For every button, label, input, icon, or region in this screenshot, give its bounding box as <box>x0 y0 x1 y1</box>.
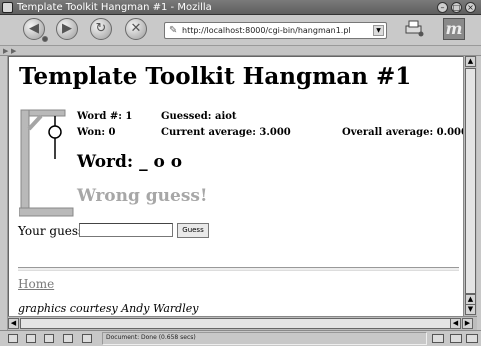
scroll-left-arrow-icon[interactable]: ◀ <box>8 318 19 329</box>
home-link[interactable]: Home <box>18 277 54 291</box>
back-arrow-icon: ◀ <box>29 21 39 36</box>
forward-button[interactable]: ▶ <box>56 18 78 40</box>
guess-button[interactable]: Guess <box>177 223 209 238</box>
guess-label: Your guess: <box>18 224 89 238</box>
url-bar[interactable]: ✎ ▼ <box>164 22 387 39</box>
scroll-down-arrow-icon[interactable]: ▼ <box>465 304 476 315</box>
status-bar: Document: Done (0.658 secs) <box>0 330 481 346</box>
won-count: Won: 0 <box>77 127 116 138</box>
minimize-icon[interactable]: – <box>437 2 448 13</box>
address-book-icon[interactable] <box>82 334 92 343</box>
guessed-letters: Guessed: aiot <box>161 111 237 122</box>
online-status-icon[interactable] <box>466 334 478 343</box>
scroll-left-arrow-icon[interactable]: ◀ <box>450 318 461 329</box>
guess-input[interactable] <box>79 223 173 237</box>
horizontal-rule <box>18 267 459 271</box>
page-title: Template Toolkit Hangman #1 <box>19 63 412 90</box>
personal-toolbar-strip: ▶ ▶ <box>0 46 481 56</box>
page-proxy-icon[interactable]: ✎ <box>169 25 177 36</box>
collapse-toolbar-icon[interactable]: ▶ <box>3 47 8 55</box>
reload-icon: ↻ <box>95 21 107 36</box>
navigator-icon[interactable] <box>8 334 18 343</box>
overall-average: Overall average: 0.000 <box>342 127 463 138</box>
word-display: Word: _ o o <box>77 152 183 172</box>
chat-icon[interactable] <box>44 334 54 343</box>
throbber-logo[interactable]: m <box>443 18 465 40</box>
horizontal-scroll-thumb[interactable] <box>20 318 459 329</box>
collapse-toolbar-icon[interactable]: ▶ <box>11 47 16 55</box>
vertical-scroll-thumb[interactable] <box>465 68 476 294</box>
print-icon[interactable] <box>404 19 424 37</box>
guess-status-message: Wrong guess! <box>77 186 208 206</box>
url-input[interactable] <box>182 24 368 37</box>
vertical-scrollbar[interactable]: ▲ ▲ ▼ <box>463 56 477 316</box>
window-menu-icon[interactable] <box>2 2 13 13</box>
scroll-up-arrow-icon[interactable]: ▲ <box>465 56 476 67</box>
navigation-toolbar: ◀ ▶ ↻ ✕ ✎ ▼ m <box>0 15 481 46</box>
hangman-gallows-image <box>19 109 74 217</box>
word-number: Word #: 1 <box>77 111 133 122</box>
stop-button[interactable]: ✕ <box>125 18 147 40</box>
window-title: Template Toolkit Hangman #1 - Mozilla <box>17 2 212 13</box>
url-dropdown-icon[interactable]: ▼ <box>373 25 384 36</box>
maximize-icon[interactable]: □ <box>451 2 462 13</box>
window-titlebar: Template Toolkit Hangman #1 - Mozilla – … <box>0 0 481 15</box>
scroll-right-arrow-icon[interactable]: ▶ <box>462 318 473 329</box>
reload-button[interactable]: ↻ <box>90 18 112 40</box>
page-content: Template Toolkit Hangman #1 Word #: 1 Gu… <box>8 56 463 316</box>
forward-arrow-icon: ▶ <box>62 21 72 36</box>
status-text: Document: Done (0.658 secs) <box>106 334 196 341</box>
sidebar-grippy <box>0 56 8 330</box>
current-average: Current average: 3.000 <box>161 127 291 138</box>
progress-icon <box>432 334 444 343</box>
horizontal-scrollbar[interactable]: ◀ ◀ ▶ <box>8 316 477 330</box>
graphics-credit: graphics courtesy Andy Wardley <box>18 302 199 315</box>
back-history-dropdown[interactable] <box>42 36 48 42</box>
composer-icon[interactable] <box>63 334 73 343</box>
close-icon[interactable]: × <box>465 2 476 13</box>
mail-icon[interactable] <box>26 334 36 343</box>
security-lock-icon[interactable] <box>450 334 462 343</box>
stop-icon: ✕ <box>130 21 142 36</box>
